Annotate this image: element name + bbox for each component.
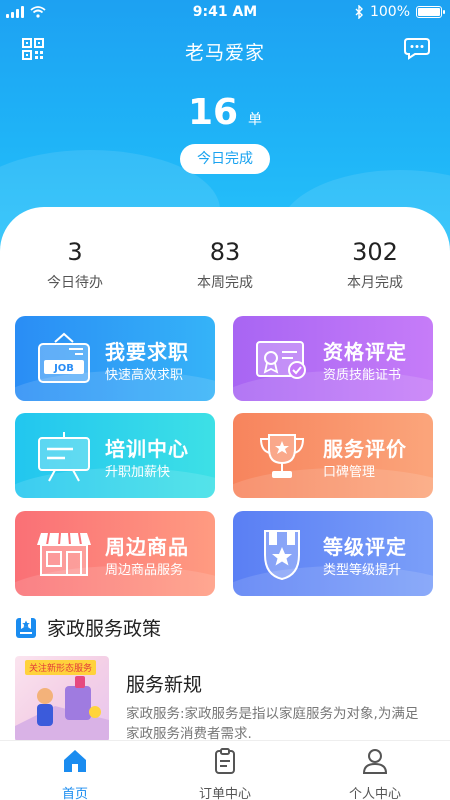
card-subtitle: 口碑管理 (323, 465, 376, 480)
status-bar: 9:41 AM 100% (0, 0, 450, 26)
card-training-center[interactable]: 培训中心 升职加薪快 (15, 413, 215, 498)
completed-count: 16 单 (0, 92, 450, 133)
stat-value: 3 (67, 238, 83, 266)
news-description: 家政服务:家政服务是指以家庭服务为对象,为满足家政服务消费者需求. (126, 706, 419, 742)
card-title: 培训中心 (105, 437, 189, 461)
tab-home[interactable]: 首页 (0, 741, 150, 800)
card-qualification[interactable]: 资格评定 资质技能证书 (233, 316, 433, 401)
stats-row: 3 今日待办 83 本周完成 302 本月完成 (0, 238, 450, 292)
bluetooth-icon (355, 5, 363, 19)
certificate-icon (256, 341, 306, 379)
stat-value: 83 (209, 238, 241, 266)
tab-label: 订单中心 (198, 787, 251, 800)
stat-month-done[interactable]: 302 本月完成 (300, 238, 450, 292)
user-icon (362, 749, 388, 774)
completed-number: 16 (187, 92, 239, 133)
navbar: 老马爱家 (0, 30, 450, 70)
stat-value: 302 (352, 238, 398, 266)
home-icon (64, 750, 86, 772)
stat-label: 本月完成 (347, 275, 403, 291)
tab-label: 个人中心 (348, 787, 401, 800)
card-subtitle: 周边商品服务 (105, 563, 184, 578)
completed-unit: 单 (248, 112, 263, 128)
card-title: 我要求职 (105, 340, 189, 364)
card-nearby-goods[interactable]: 周边商品 周边商品服务 (15, 511, 215, 596)
presentation-board-icon (38, 432, 90, 482)
battery-percent: 100% (369, 4, 410, 20)
card-job-seeking[interactable]: JOB 我要求职 快速高效求职 (15, 316, 215, 401)
news-title: 服务新规 (126, 674, 203, 696)
card-level-rating[interactable]: 等级评定 类型等级提升 (233, 511, 433, 596)
stat-week-done[interactable]: 83 本周完成 (150, 238, 300, 292)
tab-label: 首页 (61, 787, 88, 800)
card-title: 服务评价 (323, 437, 407, 461)
card-subtitle: 资质技能证书 (323, 368, 402, 383)
stat-label: 今日待办 (47, 275, 103, 291)
today-completed-button[interactable]: 今日完成 (180, 144, 270, 174)
card-title: 资格评定 (323, 340, 407, 364)
job-board-icon: JOB (38, 332, 90, 383)
star-badge-icon (264, 530, 300, 581)
section-title: 家政服务政策 (47, 618, 162, 640)
bottom-tab-bar: 首页 订单中心 个人中心 (0, 740, 450, 800)
svg-text:JOB: JOB (53, 363, 74, 374)
policy-bookmark-icon (16, 617, 36, 638)
card-title: 等级评定 (323, 535, 407, 559)
news-thumbnail-tag: 关注新形态服务 (25, 660, 97, 675)
news-item[interactable]: 关注新形态服务 服务新规 家政服务:家政服务是指以家庭服务为对象,为满足家政服务… (15, 656, 435, 746)
card-subtitle: 类型等级提升 (323, 563, 402, 578)
storefront-icon (37, 532, 91, 576)
card-title: 周边商品 (105, 535, 189, 559)
message-icon[interactable] (404, 36, 430, 60)
section-header: 家政服务政策 (15, 614, 161, 641)
stat-today-todo[interactable]: 3 今日待办 (0, 238, 150, 292)
card-service-review[interactable]: 服务评价 口碑管理 (233, 413, 433, 498)
tab-orders[interactable]: 订单中心 (150, 741, 300, 800)
stat-label: 本周完成 (197, 275, 253, 291)
trophy-icon (259, 434, 305, 478)
clipboard-icon (215, 748, 235, 774)
news-thumbnail: 关注新形态服务 (15, 656, 109, 742)
card-subtitle: 升职加薪快 (105, 465, 171, 480)
page-title: 老马爱家 (184, 42, 265, 64)
card-subtitle: 快速高效求职 (105, 368, 184, 383)
tab-profile[interactable]: 个人中心 (300, 741, 450, 800)
battery-icon (416, 6, 445, 18)
